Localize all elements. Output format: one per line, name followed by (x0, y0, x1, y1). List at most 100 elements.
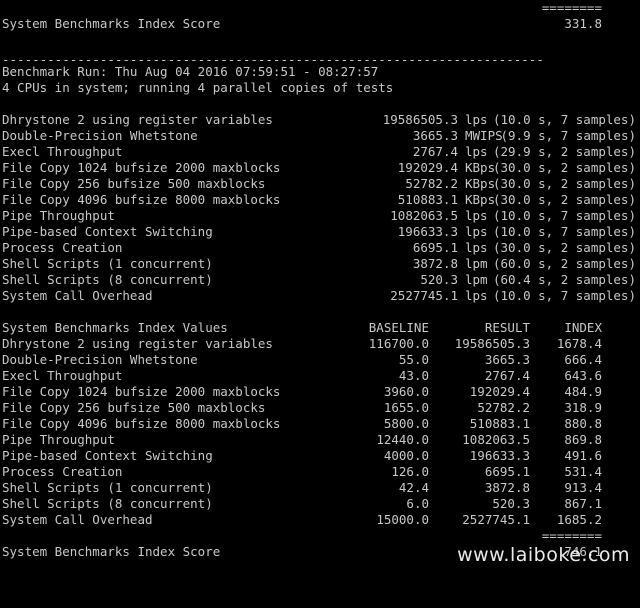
index-row-baseline: 3960.0 (383, 384, 429, 399)
index-underline-row: ======== (2, 528, 602, 544)
result-row: Pipe Throughput 1082063.5 lps (10.0 s, 7 sa… (2, 208, 638, 224)
index-row-result: 196633.3 (469, 448, 530, 463)
index-row-result: 19586505.3 (454, 336, 530, 351)
index-header-row: System Benchmarks Index Values BASELINE … (2, 320, 602, 336)
index-row: Process Creation 126.0 6695.1 531.4 (2, 464, 602, 480)
index-row-baseline: 43.0 (398, 368, 429, 383)
index-row-result: 2527745.1 (462, 512, 530, 527)
index-header-baseline: BASELINE (368, 320, 429, 335)
result-detail: (10.0 s, 7 samples) (493, 224, 636, 239)
index-row-name: File Copy 4096 bufsize 8000 maxblocks (2, 416, 281, 431)
index-row-name: Process Creation (2, 464, 123, 479)
result-name: Shell Scripts (1 concurrent) (2, 256, 213, 271)
index-row-result: 2767.4 (484, 368, 530, 383)
result-value: 52782.2 (405, 176, 458, 191)
result-name: Pipe Throughput (2, 208, 115, 223)
result-value: 6695.1 (412, 240, 458, 255)
result-row: Shell Scripts (8 concurrent) 520.3 lpm (60.… (2, 272, 638, 288)
index-row-baseline: 4000.0 (383, 448, 429, 463)
index-row-name: Pipe Throughput (2, 432, 115, 447)
index-row-result: 510883.1 (469, 416, 530, 431)
result-row: Double-Precision Whetstone 3665.3 MWIPS (9.… (2, 128, 638, 144)
index-row: File Copy 1024 bufsize 2000 maxblocks 396… (2, 384, 602, 400)
index-row-baseline: 116700.0 (368, 336, 429, 351)
index-row: Pipe-based Context Switching 4000.0 196633… (2, 448, 602, 464)
result-detail: (10.0 s, 7 samples) (493, 112, 636, 127)
index-row-index: 869.8 (564, 432, 602, 447)
result-value: 520.3 (420, 272, 458, 287)
result-name: File Copy 4096 bufsize 8000 maxblocks (2, 192, 281, 207)
index-row-index: 880.8 (564, 416, 602, 431)
index-row-baseline: 6.0 (406, 496, 429, 511)
index-row: Double-Precision Whetstone 55.0 3665.3 666.… (2, 352, 602, 368)
result-value: 19586505.3 (382, 112, 458, 127)
index-row-index: 531.4 (564, 464, 602, 479)
index-row-result: 3665.3 (484, 352, 530, 367)
result-value: 510883.1 (397, 192, 458, 207)
result-name: Execl Throughput (2, 144, 123, 159)
benchmark-run-line: Benchmark Run: Thu Aug 04 2016 07:59:51 … (2, 64, 379, 79)
result-row: Pipe-based Context Switching 196633.3 lps(… (2, 224, 638, 240)
result-detail: (9.9 s, 7 samples) (500, 128, 636, 143)
index-row-index: 491.6 (564, 448, 602, 463)
cpu-info-line: 4 CPUs in system; running 4 parallel cop… (2, 80, 394, 95)
index-row-result: 3872.8 (484, 480, 530, 495)
score-top-label: System Benchmarks Index Score (2, 16, 221, 31)
result-name: Pipe-based Context Switching (2, 224, 213, 239)
result-name: Double-Precision Whetstone (2, 128, 198, 143)
result-row: Execl Throughput 2767.4 lps (29.9 s, 2 samp… (2, 144, 638, 160)
index-row-baseline: 15000.0 (376, 512, 429, 527)
index-row-index: 318.9 (564, 400, 602, 415)
result-name: Process Creation (2, 240, 123, 255)
result-row: File Copy 256 bufsize 500 maxblocks 52782… (2, 176, 638, 192)
index-row-baseline: 126.0 (391, 464, 429, 479)
result-name: File Copy 1024 bufsize 2000 maxblocks (2, 160, 281, 175)
result-value: 2767.4 (412, 144, 458, 159)
terminal-window: ======== System Benchmarks Index Score 3… (0, 0, 640, 570)
result-value: 196633.3 (397, 224, 458, 239)
score-top-value: 331.8 (564, 16, 602, 31)
result-detail: (30.0 s, 2 samples) (493, 192, 636, 207)
index-row-baseline: 5800.0 (383, 416, 429, 431)
index-row-result: 1082063.5 (462, 432, 530, 447)
index-row-result: 6695.1 (484, 464, 530, 479)
result-detail: (29.9 s, 2 samples) (493, 144, 636, 159)
index-row-name: File Copy 256 bufsize 500 maxblocks (2, 400, 266, 415)
result-value: 1082063.5 (390, 208, 458, 223)
result-row: Dhrystone 2 using register variables 1958… (2, 112, 638, 128)
index-row-name: File Copy 1024 bufsize 2000 maxblocks (2, 384, 281, 399)
index-row-baseline: 1655.0 (383, 400, 429, 415)
result-name: Dhrystone 2 using register variables (2, 112, 273, 127)
index-row-baseline: 55.0 (398, 352, 429, 367)
index-row-name: Dhrystone 2 using register variables (2, 336, 273, 351)
result-detail: (30.0 s, 2 samples) (493, 160, 636, 175)
result-detail: (60.0 s, 2 samples) (493, 256, 636, 271)
result-row: System Call Overhead 2527745.1 lps (10.0 s,… (2, 288, 638, 304)
result-row: Process Creation 6695.1 lps (30.0 s, 2 samp… (2, 240, 638, 256)
index-row: File Copy 256 bufsize 500 maxblocks 1655.… (2, 400, 602, 416)
index-row-baseline: 42.4 (398, 480, 429, 495)
result-value: 2527745.1 (390, 288, 458, 303)
result-detail: (30.0 s, 2 samples) (493, 176, 636, 191)
result-value: 3872.8 (412, 256, 458, 271)
index-row-result: 192029.4 (469, 384, 530, 399)
index-row: File Copy 4096 bufsize 8000 maxblocks 580… (2, 416, 602, 432)
result-value: 192029.4 (397, 160, 458, 175)
score-top-underline: ======== (541, 0, 602, 15)
result-value: 3665.3 (412, 128, 458, 143)
result-name: System Call Overhead (2, 288, 153, 303)
score-top-row: System Benchmarks Index Score 331.8 (2, 16, 602, 32)
index-row-index: 913.4 (564, 480, 602, 495)
index-row-name: Execl Throughput (2, 368, 123, 383)
index-row-index: 867.1 (564, 496, 602, 511)
result-detail: (60.4 s, 2 samples) (493, 272, 636, 287)
result-detail: (10.0 s, 7 samples) (493, 288, 636, 303)
score-top-underline-row: ======== (2, 0, 602, 16)
index-row-baseline: 12440.0 (376, 432, 429, 447)
result-name: Shell Scripts (8 concurrent) (2, 272, 213, 287)
result-name: File Copy 256 bufsize 500 maxblocks (2, 176, 266, 191)
index-header-index: INDEX (564, 320, 602, 335)
index-row-name: Shell Scripts (1 concurrent) (2, 480, 213, 495)
result-detail: (10.0 s, 7 samples) (493, 208, 636, 223)
result-row: File Copy 1024 bufsize 2000 maxblocks 192… (2, 160, 638, 176)
